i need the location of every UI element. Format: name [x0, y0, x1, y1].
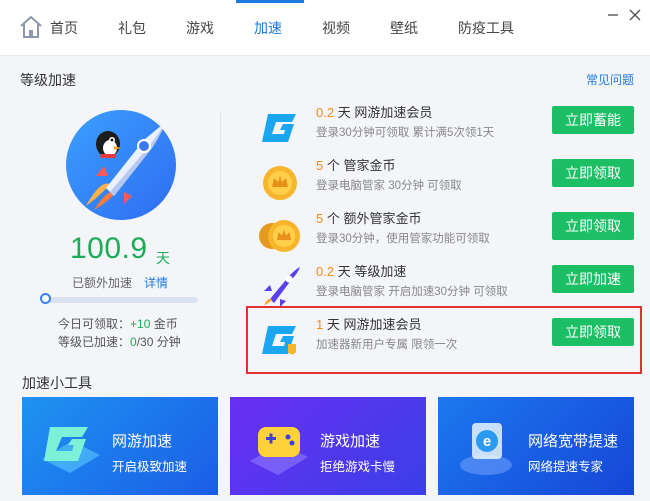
- tool-card-game-speedup[interactable]: 游戏加速 拒绝游戏卡慢: [230, 397, 426, 495]
- game-accelerator-icon: [42, 427, 100, 473]
- tab-games[interactable]: 游戏: [186, 0, 214, 56]
- reward-description: 登录30分钟，使用管家功能可领取: [316, 233, 490, 245]
- tools-title: 加速小工具: [22, 375, 92, 391]
- level-progress-bar: [46, 297, 198, 303]
- reward-name: 等级加速: [354, 264, 407, 279]
- tool-card-broadband-boost[interactable]: e 网络宽带提速 网络提速专家: [438, 397, 634, 495]
- tool-card-game-accelerator[interactable]: 网游加速 开启极致加速: [22, 397, 218, 495]
- reward-description: 加速器新用户专属 限领一次: [316, 339, 458, 351]
- today-claimable-line: 今日可领取：+10 金币: [58, 315, 178, 332]
- gold-coin-icon: [263, 166, 297, 200]
- today-claimable-label: 今日可领取：: [58, 317, 131, 331]
- reward-title: 0.2 天 等级加速: [316, 261, 406, 280]
- tab-wallpaper[interactable]: 壁纸: [390, 0, 418, 56]
- avatar: [66, 110, 176, 220]
- level-accelerated-label: 等级已加速：: [58, 335, 131, 349]
- extra-acceleration-label: 已额外加速: [72, 276, 133, 290]
- reward-unit: 天: [337, 264, 351, 279]
- faq-link[interactable]: 常见问题: [586, 71, 634, 88]
- tool-title: 游戏加速: [320, 433, 381, 450]
- tool-title: 网游加速: [112, 433, 173, 450]
- ie-browser-icon: e: [460, 423, 512, 475]
- tool-subtitle: 网络提速专家: [528, 460, 604, 474]
- tab-video[interactable]: 视频: [322, 0, 350, 56]
- charge-now-button[interactable]: 立即蓄能: [552, 106, 634, 134]
- reward-amount: 0.2: [316, 105, 335, 120]
- reward-title: 1 天 网游加速会员: [316, 314, 422, 333]
- reward-amount: 0.2: [316, 264, 335, 279]
- claim-now-button[interactable]: 立即领取: [552, 212, 634, 240]
- close-icon[interactable]: [628, 8, 642, 22]
- tool-subtitle: 拒绝游戏卡慢: [320, 460, 396, 474]
- reward-title: 0.2 天 网游加速会员: [316, 102, 432, 121]
- level-accelerated-value: 0: [130, 335, 137, 349]
- accelerate-now-button[interactable]: 立即加速: [552, 265, 634, 293]
- reward-name: 额外管家金币: [343, 211, 422, 226]
- tab-gifts[interactable]: 礼包: [118, 0, 146, 56]
- details-link[interactable]: 详情: [144, 274, 168, 291]
- svg-text:e: e: [483, 433, 491, 450]
- reward-unit: 个: [326, 158, 340, 173]
- reward-item: 0.2 天 网游加速会员 登录30分钟可领取 累计满5次领1天 立即蓄能: [254, 100, 642, 152]
- reward-amount: 1: [316, 317, 324, 332]
- reward-unit: 个: [326, 211, 340, 226]
- tab-accelerate[interactable]: 加速: [254, 0, 282, 56]
- acceleration-days-value: 100.9: [70, 232, 148, 265]
- claim-now-button[interactable]: 立即领取: [552, 318, 634, 346]
- minimize-icon[interactable]: [606, 8, 620, 22]
- reward-amount: 5: [316, 158, 324, 173]
- penguin-rocket-icon: [86, 122, 166, 210]
- tool-title: 网络宽带提速: [528, 433, 619, 450]
- reward-title: 5 个 管家金币: [316, 155, 396, 174]
- gamepad-icon: [250, 427, 308, 475]
- reward-amount: 5: [316, 211, 324, 226]
- reward-item: 0.2 天 等级加速 登录电脑管家 开启加速30分钟 可领取 立即加速: [254, 259, 642, 311]
- today-claimable-value: +10: [130, 317, 151, 331]
- reward-item: 5 个 管家金币 登录电脑管家 30分钟 可领取 立即领取: [254, 153, 642, 205]
- reward-description: 登录30分钟可领取 累计满5次领1天: [316, 127, 495, 139]
- reward-description: 登录电脑管家 开启加速30分钟 可领取: [316, 286, 508, 298]
- reward-name: 网游加速会员: [343, 317, 422, 332]
- tool-subtitle: 开启极致加速: [112, 460, 188, 474]
- reward-name: 网游加速会员: [354, 105, 433, 120]
- top-navigation: 首页 礼包 游戏 加速 视频 壁纸 防疫工具: [0, 0, 650, 56]
- level-progress-knob: [40, 293, 51, 304]
- gold-coins-stack-icon: [259, 220, 300, 252]
- level-accelerated-total: /30 分钟: [136, 335, 181, 349]
- home-icon[interactable]: [18, 14, 44, 40]
- panel-divider: [220, 112, 221, 360]
- game-accelerator-g-icon: [262, 114, 296, 142]
- reward-item: 5 个 额外管家金币 登录30分钟，使用管家功能可领取 立即领取: [254, 206, 642, 258]
- reward-item: 1 天 网游加速会员 加速器新用户专属 限领一次 立即领取: [254, 312, 642, 364]
- reward-name: 管家金币: [343, 158, 396, 173]
- level-accelerated-line: 等级已加速：0/30 分钟: [58, 333, 181, 350]
- acceleration-days-unit: 天: [156, 250, 170, 266]
- today-claimable-unit: 金币: [153, 317, 178, 331]
- tab-epidemic-tools[interactable]: 防疫工具: [458, 0, 514, 56]
- reward-description: 登录电脑管家 30分钟 可领取: [316, 180, 462, 192]
- rocket-icon: [264, 267, 300, 307]
- reward-title: 5 个 额外管家金币: [316, 208, 422, 227]
- claim-now-button[interactable]: 立即领取: [552, 159, 634, 187]
- reward-unit: 天: [337, 105, 351, 120]
- game-accelerator-g-shield-icon: [262, 326, 296, 355]
- section-title: 等级加速: [20, 72, 76, 88]
- tab-home[interactable]: 首页: [50, 0, 78, 56]
- reward-unit: 天: [326, 317, 340, 332]
